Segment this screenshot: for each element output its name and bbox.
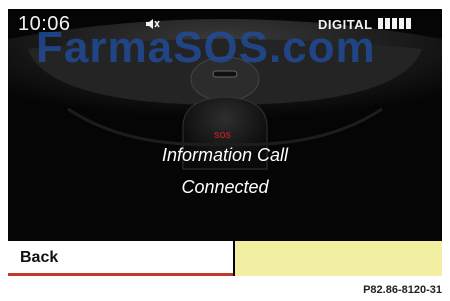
back-button-label: Back <box>20 249 59 266</box>
back-button[interactable]: Back <box>8 241 233 276</box>
softkey-bar: Back <box>8 241 442 276</box>
clock: 10:06 <box>18 13 71 35</box>
signal-bar <box>392 18 397 29</box>
status-bar: 10:06 DIGITAL <box>8 9 442 39</box>
call-type-text: Information Call <box>161 145 289 165</box>
speaker-muted-icon <box>146 19 160 29</box>
signal-bar <box>385 18 390 29</box>
empty-softkey[interactable] <box>235 241 442 276</box>
signal-strength-indicator <box>378 18 411 29</box>
signal-bar <box>406 18 411 29</box>
signal-bar <box>399 18 404 29</box>
call-status-text: Connected <box>181 177 269 197</box>
signal-label: DIGITAL <box>318 17 373 32</box>
figure-reference: P82.86-8120-31 <box>363 284 442 296</box>
sos-button-label: SOS <box>214 131 231 140</box>
head-unit-screen: FarmaSOS.com 10:06 DIGITAL SOS Informati… <box>8 9 442 276</box>
signal-bar <box>378 18 383 29</box>
